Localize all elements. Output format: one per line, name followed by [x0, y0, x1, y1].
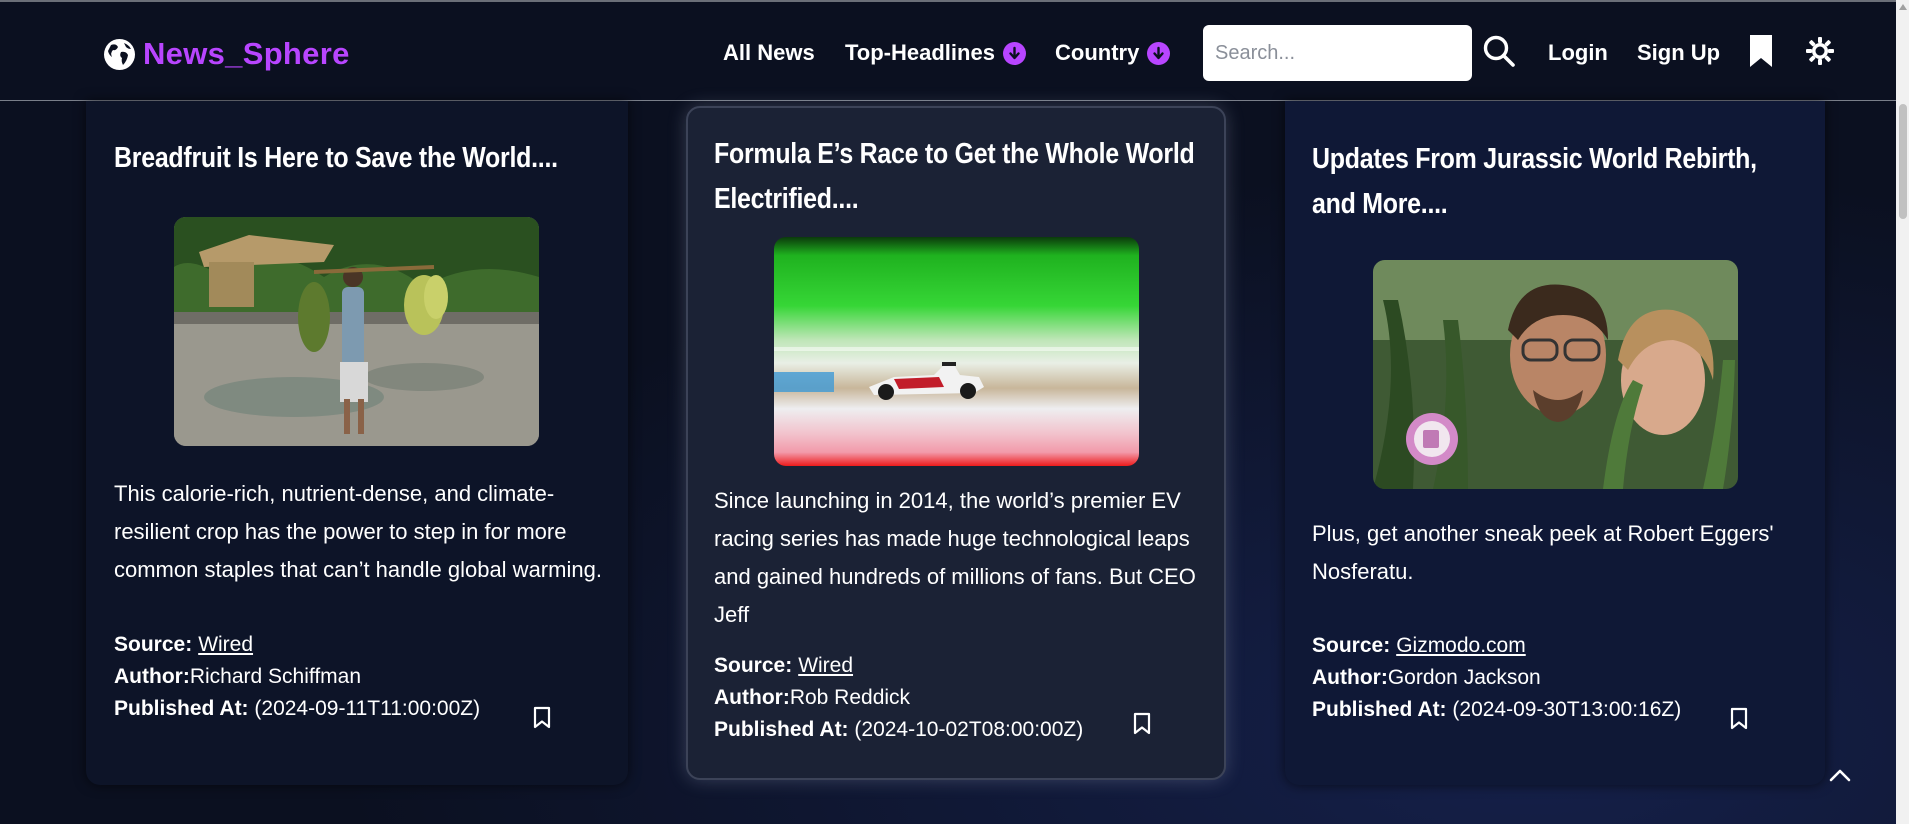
source-link[interactable]: Wired [198, 633, 253, 656]
article-title[interactable]: Formula E’s Race to Get the Whole World … [714, 132, 1203, 222]
page-scrollbar[interactable] [1896, 0, 1909, 824]
search-input[interactable] [1203, 25, 1472, 81]
author-name: Rob Reddick [789, 686, 911, 709]
article-image[interactable] [174, 217, 539, 446]
bookmark-outline-icon[interactable] [533, 706, 551, 734]
source-label: Source: [714, 654, 793, 677]
chevron-down-circle-icon [1147, 41, 1171, 65]
author-label: Author: [1312, 666, 1388, 689]
published-label: Published At: [114, 697, 249, 720]
article-description: Since launching in 2014, the world’s pre… [714, 488, 1196, 627]
published-label: Published At: [714, 718, 849, 741]
scrollbar-thumb[interactable] [1899, 104, 1907, 219]
navbar: News_Sphere All News Top-Headlines Count… [0, 2, 1896, 101]
nav-all-news-label: All News [723, 40, 815, 65]
published-date: (2024-09-30T13:00:16Z) [1452, 698, 1682, 721]
nav-all-news[interactable]: All News [723, 40, 815, 66]
news-card-hovered: Formula E’s Race to Get the Whole World … [686, 106, 1226, 780]
search-icon[interactable] [1482, 34, 1516, 73]
globe-icon [104, 38, 135, 70]
nav-top-headlines-label: Top-Headlines [845, 40, 995, 65]
news-card: Updates From Jurassic World Rebirth, and… [1285, 101, 1825, 785]
author-label: Author: [114, 665, 190, 688]
bookmark-icon[interactable] [1749, 34, 1773, 73]
theme-toggle-sun-icon[interactable] [1805, 36, 1835, 71]
brand-name: News_Sphere [143, 36, 350, 71]
author-name: Richard Schiffman [189, 665, 362, 688]
article-title[interactable]: Breadfruit Is Here to Save the World.... [114, 136, 603, 181]
article-title[interactable]: Updates From Jurassic World Rebirth, and… [1312, 137, 1801, 227]
news-card: Breadfruit Is Here to Save the World....… [86, 101, 628, 785]
article-image[interactable] [1373, 260, 1738, 489]
chevron-down-circle-icon [1002, 41, 1026, 65]
brand-logo[interactable]: News_Sphere [104, 36, 350, 72]
author-name: Gordon Jackson [1387, 666, 1541, 689]
article-meta: Source: Gizmodo.com Author:Gordon Jackson… [1312, 630, 1792, 726]
published-date: (2024-09-11T11:00:00Z) [254, 697, 481, 720]
source-link[interactable]: Wired [798, 654, 853, 677]
bookmark-outline-icon[interactable] [1133, 712, 1151, 740]
source-label: Source: [1312, 634, 1391, 657]
source-link[interactable]: Gizmodo.com [1396, 634, 1526, 657]
article-description: This calorie-rich, nutrient-dense, and c… [114, 481, 602, 582]
login-label: Login [1548, 40, 1608, 65]
published-date: (2024-10-02T08:00:00Z) [854, 718, 1084, 741]
nav-country-label: Country [1055, 40, 1140, 65]
article-meta: Source: Wired Author:Rob Reddick Publishe… [714, 650, 1194, 746]
source-label: Source: [114, 633, 193, 656]
nav-top-headlines-dropdown[interactable]: Top-Headlines [845, 40, 1026, 66]
article-meta: Source: Wired Author:Richard Schiffman Pu… [114, 629, 594, 725]
article-description: Plus, get another sneak peek at Robert E… [1312, 521, 1774, 584]
login-link[interactable]: Login [1548, 40, 1608, 66]
nav-country-dropdown[interactable]: Country [1055, 40, 1171, 66]
bookmark-outline-icon[interactable] [1730, 707, 1748, 735]
published-label: Published At: [1312, 698, 1447, 721]
scroll-up-arrow-icon[interactable] [1899, 4, 1907, 10]
author-label: Author: [714, 686, 790, 709]
scroll-to-top-chevron-icon[interactable] [1828, 767, 1852, 788]
article-image[interactable] [774, 237, 1139, 466]
signup-link[interactable]: Sign Up [1637, 40, 1720, 66]
signup-label: Sign Up [1637, 40, 1721, 65]
